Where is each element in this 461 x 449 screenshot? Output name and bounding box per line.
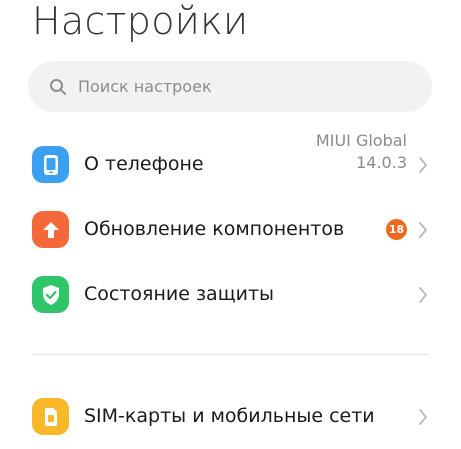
search-bar[interactable]: Поиск настроек [28,61,432,112]
section-divider [32,354,429,355]
version-line-1: MIUI Global [315,131,407,150]
settings-item-sim-cards[interactable]: SIM-карты и мобильные сети [0,392,461,444]
settings-item-label: Обновление компонентов [84,218,345,240]
sim-card-icon [32,398,69,435]
page-title: Настройки [32,0,249,43]
arrow-up-icon [32,211,69,248]
chevron-right-icon [417,286,429,304]
search-placeholder: Поиск настроек [78,77,212,96]
chevron-right-icon [417,408,429,426]
version-value: MIUI Global 14.0.3 [316,130,407,174]
update-count-badge: 18 [386,219,407,240]
shield-check-icon [32,276,69,313]
settings-item-about-phone[interactable]: О телефоне MIUI Global 14.0.3 [0,131,461,192]
search-icon [48,77,68,97]
chevron-right-icon [417,221,429,239]
chevron-right-icon [417,156,429,174]
phone-icon [32,146,69,183]
settings-item-label: О телефоне [84,153,204,175]
settings-item-label: SIM-карты и мобильные сети [84,405,375,427]
settings-item-component-updates[interactable]: Обновление компонентов 18 [0,205,461,257]
version-line-2: 14.0.3 [356,153,407,172]
settings-item-security-status[interactable]: Состояние защиты [0,270,461,322]
settings-item-label: Состояние защиты [84,283,275,305]
